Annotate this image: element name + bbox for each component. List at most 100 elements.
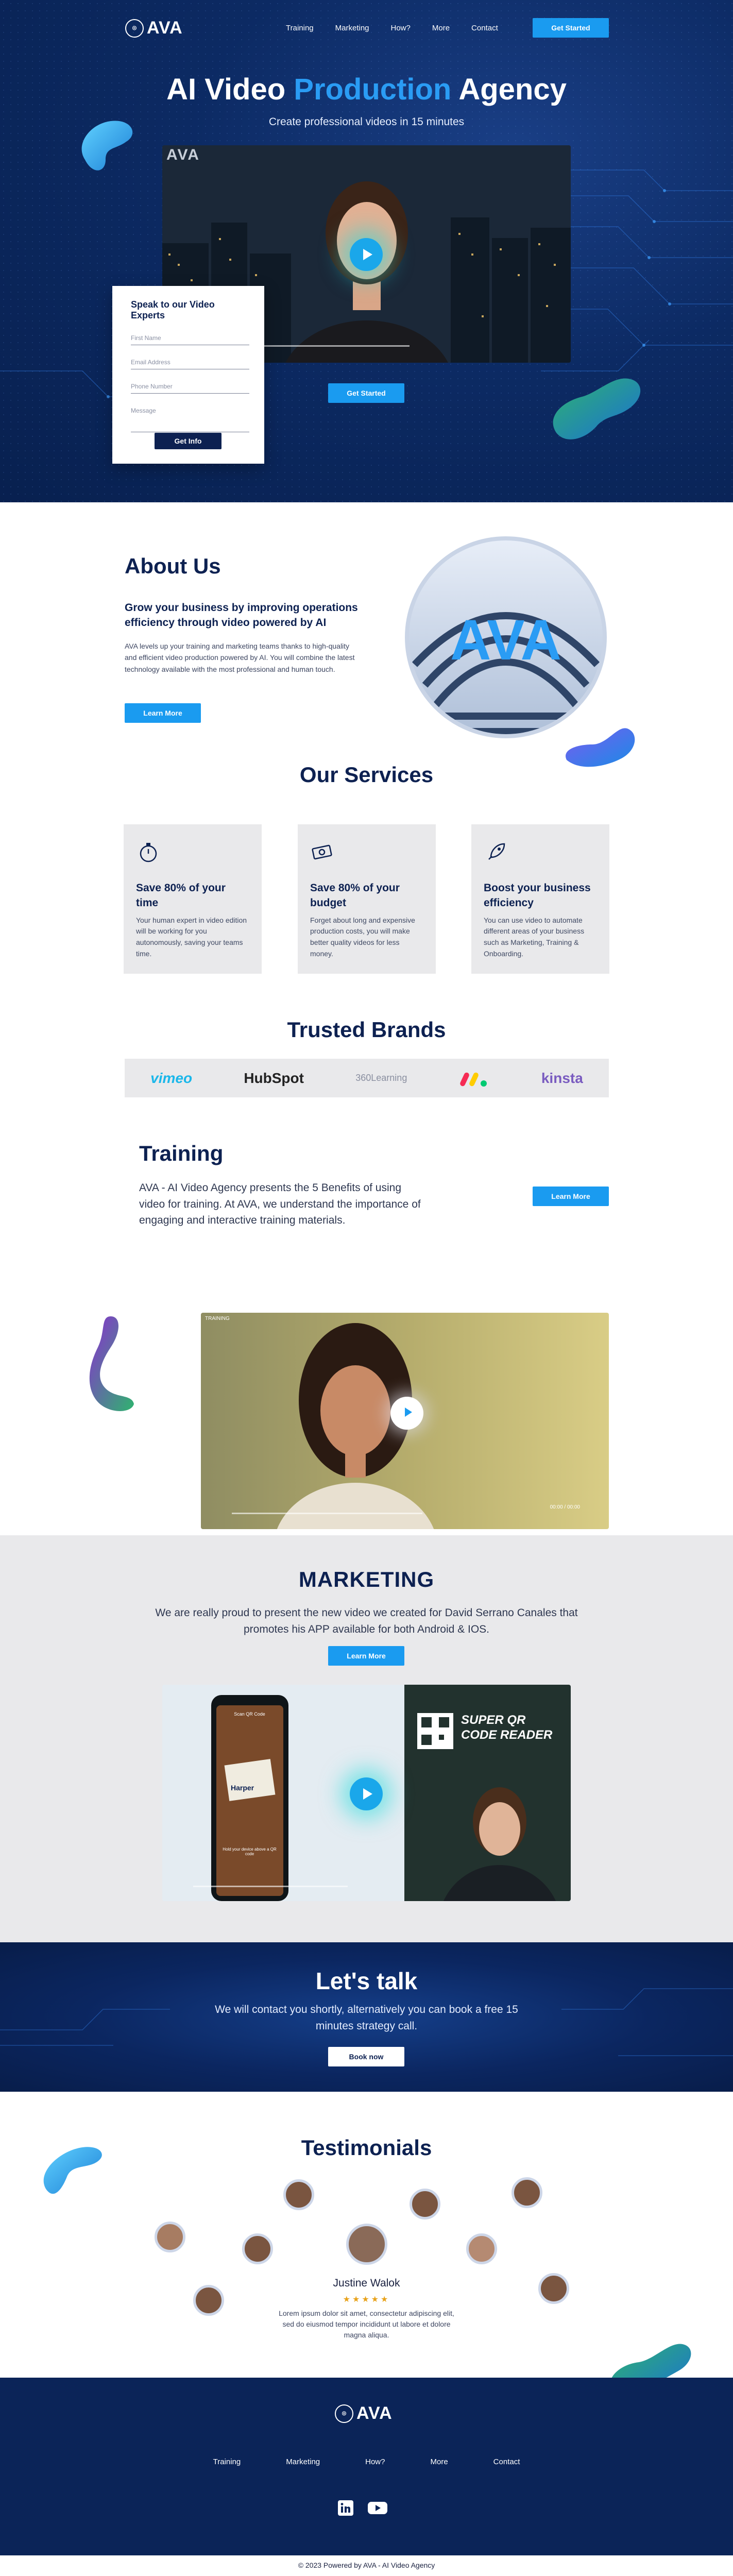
nav-get-started-button[interactable]: Get Started (533, 18, 609, 38)
footer: ◎ AVA Training Marketing How? More Conta… (0, 2378, 733, 2555)
marketing-body: We are really proud to present the new v… (0, 1605, 733, 1637)
training-title: Training (139, 1141, 224, 1165)
blue-blob-decoration-2 (43, 2147, 102, 2194)
talk-body-text: We will contact you shortly, alternative… (215, 2004, 518, 2032)
blue-blob-decoration (81, 121, 133, 171)
marketing-learn-more-button[interactable]: Learn More (328, 1646, 404, 1666)
service-card-efficiency: Boost your business efficiency You can u… (471, 824, 609, 974)
testimonial-quote: Lorem ipsum dolor sit amet, consectetur … (0, 2308, 733, 2341)
hero-title-part1: AI Video (166, 73, 294, 106)
hero-title-part2: Agency (451, 73, 567, 106)
testimonial-avatar[interactable] (155, 2222, 185, 2252)
training-play-glyph (405, 1408, 412, 1417)
service-card-body: Your human expert in video edition will … (136, 916, 247, 958)
nav-link-more[interactable]: More (432, 24, 450, 32)
footer-logo-emblem-icon: ◎ (335, 2404, 353, 2423)
hero-section: ◎ AVA Training Marketing How? More Conta… (0, 0, 733, 502)
footer-logo-text: AVA (356, 2403, 393, 2423)
footer-link-how[interactable]: How? (365, 2458, 385, 2466)
marketing-video-progress[interactable] (193, 1886, 348, 1887)
hero-title-accent: Production (294, 73, 452, 106)
service-card-title: Save 80% of your time (136, 882, 226, 909)
brand-logo[interactable]: ◎ AVA (125, 18, 183, 38)
brand-logo-bar: vimeo HubSpot 360Learning kinsta (125, 1059, 609, 1097)
footer-link-training[interactable]: Training (213, 2458, 241, 2466)
lets-talk-section: Let's talk We will contact you shortly, … (0, 1942, 733, 2092)
service-card-title: Save 80% of your budget (310, 882, 400, 909)
hero-get-started-button[interactable]: Get Started (328, 383, 404, 403)
training-learn-more-button[interactable]: Learn More (533, 1187, 609, 1206)
marketing-section: MARKETING We are really proud to present… (0, 1535, 733, 1942)
marketing-video[interactable]: SUPER QR CODE READER Scan QR Code Harper… (162, 1685, 571, 1901)
nav-link-training[interactable]: Training (286, 24, 314, 32)
form-title: Speak to our Video Experts (131, 299, 215, 320)
marketing-video-title: SUPER QR CODE READER (461, 1713, 553, 1742)
copyright-text: © 2023 Powered by AVA - AI Video Agency (298, 2561, 435, 2569)
testimonial-avatar[interactable] (283, 2179, 314, 2210)
service-card-budget: Save 80% of your budget Forget about lon… (298, 824, 436, 974)
nav-link-how[interactable]: How? (391, 24, 411, 32)
phone-scan-label: Scan QR Code (234, 1711, 265, 1717)
testimonials-section: Testimonials Justine Walok ★★★★★ Lorem i… (0, 2092, 733, 2378)
training-video-progress[interactable] (232, 1513, 422, 1514)
training-body: AVA - AI Video Agency presents the 5 Ben… (139, 1182, 421, 1226)
testimonial-avatar[interactable] (410, 2189, 440, 2219)
message-field[interactable]: Message (131, 404, 249, 432)
talk-title: Let's talk (315, 1968, 418, 1994)
nav-links: Training Marketing How? More Contact (286, 24, 498, 32)
copyright-bar: © 2023 Powered by AVA - AI Video Agency (0, 2555, 733, 2576)
about-body: AVA levels up your training and marketin… (125, 642, 355, 673)
page: ◎ AVA Training Marketing How? More Conta… (0, 0, 733, 2576)
ticket-brand: Harper (231, 1784, 254, 1792)
testimonial-name: Justine Walok (333, 2277, 400, 2289)
hero-title: AI Video Production Agency (0, 72, 733, 107)
testimonial-avatar[interactable] (512, 2177, 542, 2208)
footer-link-contact[interactable]: Contact (493, 2458, 520, 2466)
footer-logo[interactable]: ◎ AVA (335, 2403, 393, 2424)
about-lead: Grow your business by improving operatio… (125, 602, 358, 629)
testimonial-quote-text: Lorem ipsum dolor sit amet, consectetur … (279, 2309, 454, 2339)
brands-title: Trusted Brands (287, 1018, 446, 1042)
phone-scan-hint: Hold your device above a QR code (223, 1847, 277, 1856)
brand-kinsta: kinsta (541, 1070, 583, 1086)
service-card-time: Save 80% of your time Your human expert … (124, 824, 262, 974)
first-name-field[interactable]: First Name (131, 331, 249, 345)
social-links (337, 2500, 388, 2516)
about-learn-more-button[interactable]: Learn More (125, 703, 201, 723)
footer-link-more[interactable]: More (430, 2458, 448, 2466)
brand-monday-logo (459, 1072, 487, 1087)
money-icon (312, 844, 332, 860)
brand-vimeo: vimeo (150, 1070, 193, 1086)
linkedin-icon[interactable] (337, 2500, 354, 2516)
testimonial-avatar[interactable] (466, 2233, 497, 2264)
about-title: About Us (125, 554, 221, 578)
talk-body: We will contact you shortly, alternative… (0, 2002, 733, 2034)
training-video-tag: TRAINING (205, 1316, 230, 1321)
phone-field[interactable]: Phone Number (131, 380, 249, 394)
training-video[interactable]: TRAINING 00:00 / 00:00 (201, 1313, 609, 1529)
rocket-icon (488, 843, 505, 860)
stopwatch-icon (140, 843, 157, 862)
brand-hubspot: HubSpot (244, 1070, 304, 1086)
training-video-time: 00:00 / 00:00 (550, 1504, 580, 1510)
contact-form-card: Speak to our Video Experts First Name Em… (112, 286, 264, 464)
marketing-title: MARKETING (298, 1567, 435, 1591)
testimonial-avatar-active[interactable] (346, 2224, 387, 2265)
nav-link-contact[interactable]: Contact (471, 24, 498, 32)
emblem-text: AVA (450, 608, 561, 672)
service-card-body: You can use video to automate different … (484, 916, 585, 958)
footer-link-marketing[interactable]: Marketing (286, 2458, 320, 2466)
brands-training-section: vimeo HubSpot 360Learning kinsta Trainin… (0, 1056, 733, 1535)
marketing-play-button[interactable] (350, 1777, 383, 1810)
testimonial-stars: ★★★★★ (343, 2295, 390, 2304)
video-watermark: AVA (166, 146, 200, 163)
hero-play-button[interactable] (350, 238, 383, 271)
youtube-icon[interactable] (367, 2500, 388, 2516)
logo-text: AVA (147, 18, 183, 38)
book-now-button[interactable]: Book now (328, 2047, 404, 2066)
nav-link-marketing[interactable]: Marketing (335, 24, 369, 32)
get-info-button[interactable]: Get Info (155, 433, 221, 449)
testimonial-avatar[interactable] (242, 2233, 273, 2264)
email-field[interactable]: Email Address (131, 355, 249, 369)
service-card-title: Boost your business efficiency (484, 882, 591, 909)
